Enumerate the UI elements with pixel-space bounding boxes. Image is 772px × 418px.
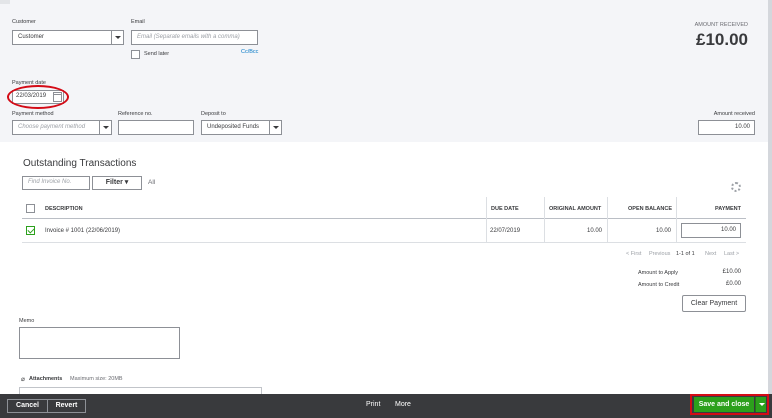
- pagination-range: 1-1 of 1: [676, 251, 695, 257]
- revert-button[interactable]: Revert: [47, 399, 86, 413]
- send-later-checkbox[interactable]: [131, 50, 140, 59]
- find-invoice-placeholder: Find Invoice No.: [28, 179, 72, 185]
- highlight-oval: [7, 85, 69, 109]
- memo-label: Memo: [19, 318, 35, 324]
- reference-input[interactable]: [118, 120, 194, 135]
- pagination-first[interactable]: < First: [626, 251, 641, 257]
- print-button[interactable]: Print: [366, 401, 380, 408]
- column-open-balance: OPEN BALANCE: [628, 206, 673, 212]
- email-placeholder: Email (Separate emails with a comma): [137, 34, 240, 40]
- column-due-date: DUE DATE: [491, 206, 519, 212]
- paperclip-icon: ⌀: [21, 376, 25, 383]
- column-divider: [486, 197, 487, 242]
- column-divider: [544, 197, 545, 242]
- customer-select[interactable]: Customer: [12, 30, 124, 45]
- deposit-to-value: Undeposited Funds: [207, 124, 260, 130]
- page-scrollbar[interactable]: [768, 0, 772, 394]
- more-button[interactable]: More: [395, 401, 411, 408]
- outstanding-transactions-title: Outstanding Transactions: [23, 158, 137, 169]
- cc-bcc-link[interactable]: Cc/Bcc: [241, 49, 258, 55]
- due-date-cell: 22/07/2019: [490, 228, 521, 234]
- amount-received-input-value: 10.00: [734, 124, 750, 130]
- send-later-label: Send later: [144, 51, 170, 57]
- receive-payment-page: Customer Customer Email Email (Separate …: [0, 0, 772, 418]
- chevron-down-icon: [111, 31, 123, 44]
- amount-received-heading: AMOUNT RECEIVED: [694, 22, 748, 28]
- column-payment: PAYMENT: [715, 206, 741, 212]
- amount-to-credit-value: £0.00: [725, 281, 741, 287]
- payment-input-value: 10.00: [720, 227, 736, 233]
- pagination-next[interactable]: Next: [705, 251, 716, 257]
- pagination-last[interactable]: Last >: [724, 251, 739, 257]
- open-balance-cell: 10.00: [656, 228, 672, 234]
- attachments-label: Attachments: [29, 376, 63, 382]
- amount-to-apply-value: £10.00: [722, 269, 741, 275]
- email-label: Email: [131, 19, 145, 25]
- save-and-close-button[interactable]: Save and close: [694, 397, 754, 412]
- filter-button[interactable]: Filter ▾: [92, 176, 142, 190]
- payment-method-label: Payment method: [12, 111, 54, 117]
- chevron-down-icon: [99, 121, 111, 134]
- gear-icon[interactable]: [731, 182, 741, 192]
- column-original-amount: ORIGINAL AMOUNT: [549, 206, 602, 212]
- payment-method-placeholder: Choose payment method: [18, 124, 86, 130]
- find-invoice-input[interactable]: Find Invoice No.: [22, 176, 90, 190]
- original-amount-cell: 10.00: [587, 228, 603, 234]
- amount-to-credit-label: Amount to Credit: [638, 282, 680, 288]
- deposit-to-select[interactable]: Undeposited Funds: [201, 120, 282, 135]
- memo-input[interactable]: [19, 327, 180, 359]
- column-description: DESCRIPTION: [45, 206, 83, 212]
- amount-received-total: £10.00: [696, 30, 748, 49]
- pagination-previous[interactable]: Previous: [649, 251, 670, 257]
- deposit-to-label: Deposit to: [201, 111, 226, 117]
- customer-select-value: Customer: [18, 34, 45, 40]
- column-divider: [676, 197, 677, 242]
- amount-received-input[interactable]: 10.00: [698, 120, 755, 135]
- filter-all-label: All: [148, 179, 156, 186]
- attachments-max-size: Maximum size: 20MB: [70, 376, 123, 382]
- chevron-down-icon: [269, 121, 281, 134]
- footer-bar: [0, 394, 772, 418]
- invoice-date: (22/06/2019): [86, 228, 121, 234]
- payment-method-select[interactable]: Choose payment method: [12, 120, 112, 135]
- reference-label: Reference no.: [118, 111, 153, 117]
- back-tab[interactable]: [0, 0, 10, 4]
- invoice-link[interactable]: Invoice # 1001: [45, 228, 84, 234]
- email-field[interactable]: Email (Separate emails with a comma): [131, 30, 258, 45]
- header-panel: [0, 0, 768, 142]
- select-all-checkbox[interactable]: [26, 204, 35, 213]
- row-select-checkbox[interactable]: [26, 226, 35, 235]
- chevron-down-icon[interactable]: [755, 397, 766, 412]
- amount-to-apply-label: Amount to Apply: [638, 270, 679, 276]
- cancel-button[interactable]: Cancel: [7, 399, 48, 413]
- payment-input[interactable]: 10.00: [681, 223, 741, 238]
- clear-payment-button[interactable]: Clear Payment: [682, 295, 746, 312]
- column-divider: [607, 197, 608, 242]
- amount-received-label: Amount received: [713, 111, 755, 117]
- row-divider: [22, 242, 746, 243]
- customer-label: Customer: [12, 19, 36, 25]
